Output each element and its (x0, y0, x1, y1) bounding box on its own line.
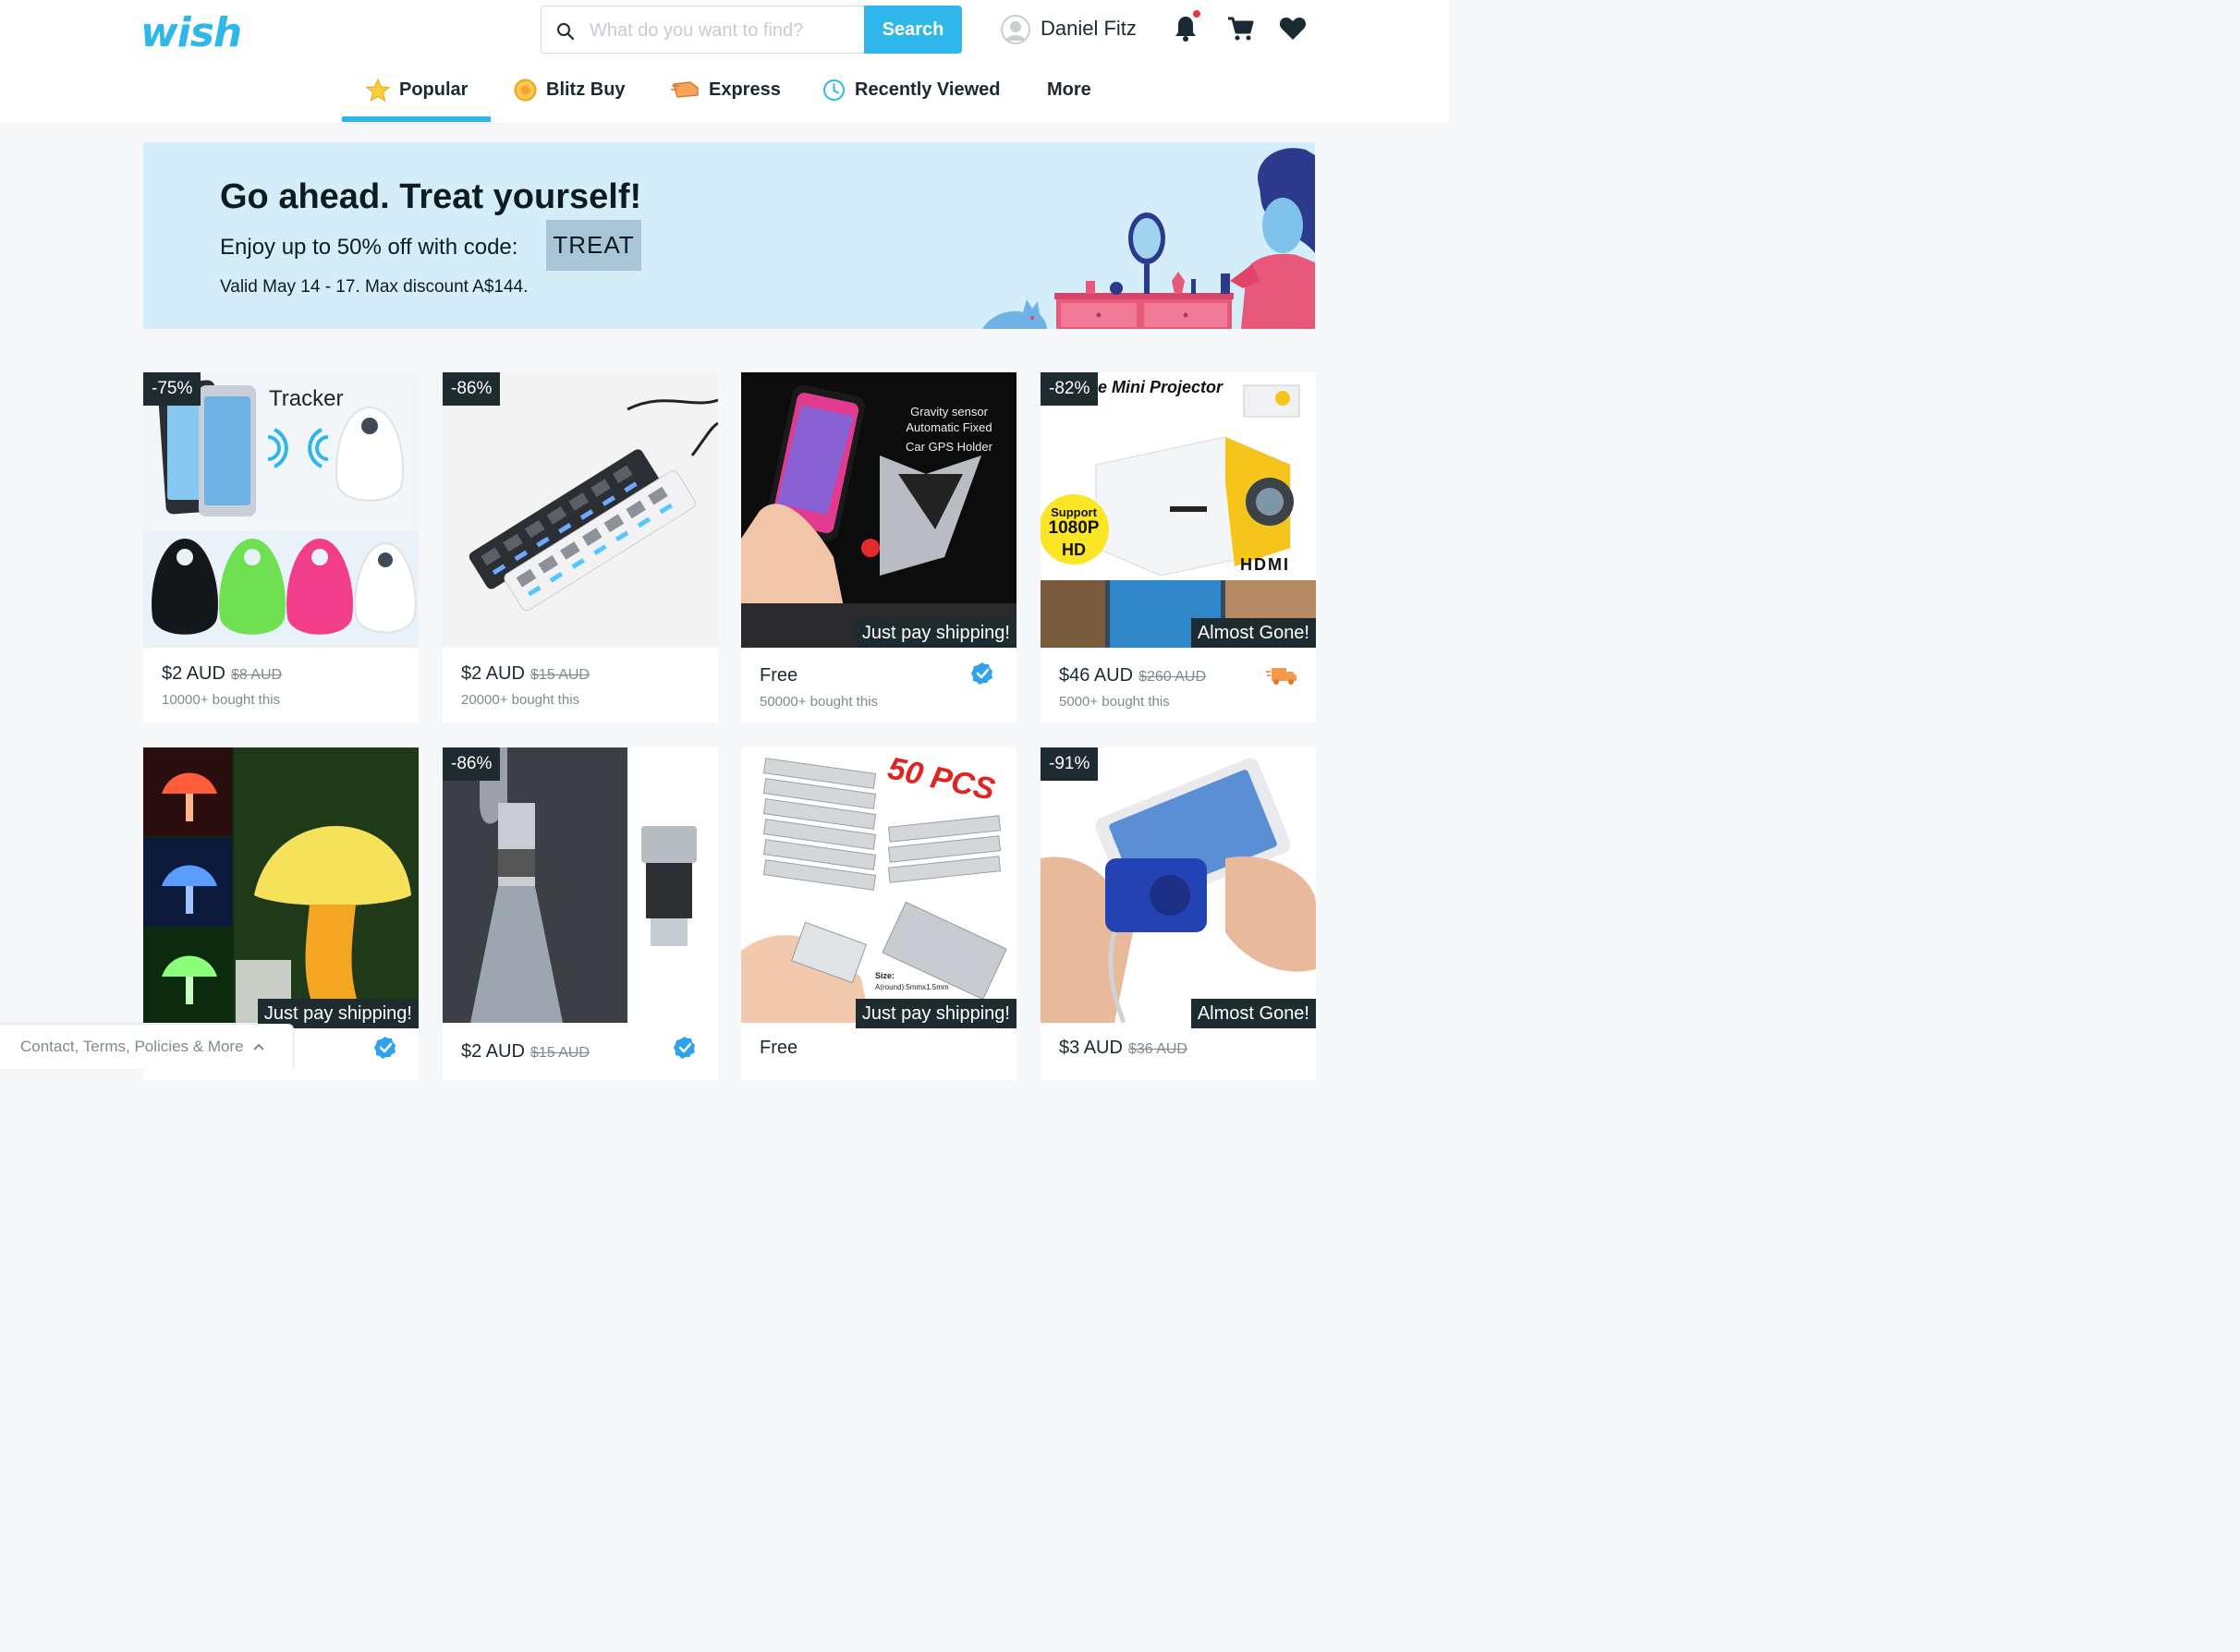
verified-icon (373, 1036, 397, 1064)
product-image[interactable] (143, 747, 419, 1023)
price-row: Free (760, 1038, 797, 1059)
svg-text:Tracker: Tracker (269, 386, 343, 411)
price: Free (760, 665, 798, 686)
image-caption: Size: (875, 971, 895, 980)
product-image[interactable] (443, 372, 718, 648)
product-image[interactable]: e Mini Projector Support 1080P HD HDMI (1041, 372, 1316, 648)
search-icon (556, 22, 575, 45)
banner-subtitle: Enjoy up to 50% off with code: (220, 235, 518, 260)
tab-label: Recently Viewed (855, 79, 1001, 100)
purchase-count: 20000+ bought this (461, 692, 580, 708)
image-caption: Gravity sensor (910, 405, 988, 419)
price-row: $2 AUD $15 AUD (461, 663, 590, 685)
image-caption: A(round):5mmx1.5mm (875, 983, 949, 991)
price-row: $46 AUD $260 AUD (1059, 665, 1206, 686)
price: $2 AUD (461, 1041, 525, 1062)
tab-more[interactable]: More (1047, 70, 1091, 124)
purchase-count: 50000+ bought this (760, 694, 879, 710)
discount-badge: -82% (1041, 372, 1099, 406)
price: Free (760, 1038, 798, 1058)
category-tabs: Popular Blitz Buy Express Recently Viewe… (0, 70, 1449, 124)
clock-icon (822, 79, 846, 107)
star-icon (365, 78, 391, 108)
original-price: $15 AUD (530, 1045, 590, 1061)
purchase-count: 5000+ bought this (1059, 694, 1170, 710)
original-price: $15 AUD (530, 667, 590, 683)
original-price: $260 AUD (1138, 669, 1206, 685)
search-input[interactable] (590, 16, 858, 45)
tab-blitz-buy[interactable]: Blitz Buy (514, 70, 626, 124)
tab-label: Blitz Buy (546, 79, 626, 100)
verified-icon (673, 1036, 697, 1064)
footer-links-toggle[interactable]: Contact, Terms, Policies & More (0, 1024, 294, 1069)
express-icon (1266, 664, 1297, 691)
heart-icon[interactable] (1279, 15, 1307, 45)
original-price: $36 AUD (1127, 1041, 1187, 1057)
image-caption: Car GPS Holder (906, 440, 993, 454)
site-header: wish Search Daniel Fitz Popular Blitz (0, 0, 1449, 124)
price-row: $2 AUD $8 AUD (162, 663, 282, 685)
chevron-up-icon (252, 1038, 264, 1056)
product-image[interactable]: 50 PCS Size: A(round):5mmx1.5mm (741, 747, 1017, 1023)
shipping-label: Just pay shipping! (855, 999, 1017, 1028)
image-caption: HD (1062, 541, 1086, 559)
tab-label: Popular (399, 79, 469, 100)
stock-label: Almost Gone! (1190, 618, 1316, 648)
tab-express[interactable]: Express (670, 70, 781, 124)
wish-logo[interactable]: wish (140, 9, 242, 56)
discount-badge: -86% (443, 372, 501, 406)
product-image[interactable]: Tracker (143, 372, 419, 648)
banner-title: Go ahead. Treat yourself! (220, 177, 642, 216)
price-row: $3 AUD $36 AUD (1059, 1038, 1187, 1059)
product-card[interactable]: e Mini Projector Support 1080P HD HDMI -… (1041, 372, 1316, 723)
product-card[interactable]: Tracker -75% $2 AUD $8 AUD 10000+ bought … (143, 372, 419, 723)
banner-valid-text: Valid May 14 - 17. Max discount A$144. (220, 277, 529, 297)
search-button[interactable]: Search (864, 6, 962, 54)
cart-icon[interactable] (1226, 15, 1254, 47)
active-tab-indicator (342, 116, 491, 122)
price-row: Free (760, 665, 797, 686)
user-name[interactable]: Daniel Fitz (1041, 17, 1137, 41)
footer-link-label: Contact, Terms, Policies & More (20, 1038, 244, 1055)
discount-badge: -75% (143, 372, 201, 406)
stock-label: Almost Gone! (1190, 999, 1316, 1028)
search-box (541, 6, 865, 54)
product-card[interactable]: Gravity sensor Automatic Fixed Car GPS H… (741, 372, 1017, 723)
price: $46 AUD (1059, 665, 1134, 686)
image-caption: e Mini Projector (1098, 378, 1223, 396)
notification-dot (1193, 10, 1200, 18)
product-card[interactable]: 50 PCS Size: A(round):5mmx1.5mm Just pay… (741, 747, 1017, 1080)
image-caption: Automatic Fixed (906, 420, 992, 434)
banner-illustration (982, 148, 1315, 329)
price-row: $2 AUD $15 AUD (461, 1041, 590, 1063)
image-caption: HDMI (1240, 555, 1290, 574)
tab-label: More (1047, 79, 1091, 100)
product-card[interactable]: -86% $2 AUD $15 AUD (443, 747, 718, 1080)
image-caption: Support (1051, 505, 1097, 519)
image-caption: 1080P (1049, 518, 1100, 538)
price: $2 AUD (461, 663, 525, 684)
bell-icon[interactable] (1174, 15, 1198, 47)
purchase-count: 10000+ bought this (162, 692, 281, 708)
express-icon (670, 79, 700, 106)
tab-label: Express (709, 79, 781, 100)
image-caption: 50 PCS (884, 750, 998, 808)
discount-badge: -86% (443, 747, 501, 781)
promo-code: TREAT (546, 220, 641, 271)
avatar[interactable] (1001, 15, 1030, 44)
tab-recently-viewed[interactable]: Recently Viewed (822, 70, 1000, 124)
product-card[interactable]: -86% $2 AUD $15 AUD 20000+ bought this (443, 372, 718, 723)
promo-banner[interactable]: Go ahead. Treat yourself! Enjoy up to 50… (143, 142, 1315, 329)
price: $3 AUD (1059, 1038, 1123, 1058)
shipping-label: Just pay shipping! (855, 618, 1017, 648)
product-image[interactable] (443, 747, 718, 1023)
price: $2 AUD (162, 663, 225, 684)
product-card[interactable]: -91% Almost Gone! $3 AUD $36 AUD (1041, 747, 1316, 1080)
verified-icon (970, 662, 994, 690)
product-image[interactable] (1041, 747, 1316, 1023)
blitz-coin-icon (514, 79, 537, 107)
product-image[interactable]: Gravity sensor Automatic Fixed Car GPS H… (741, 372, 1017, 648)
discount-badge: -91% (1041, 747, 1099, 781)
original-price: $8 AUD (230, 667, 283, 683)
